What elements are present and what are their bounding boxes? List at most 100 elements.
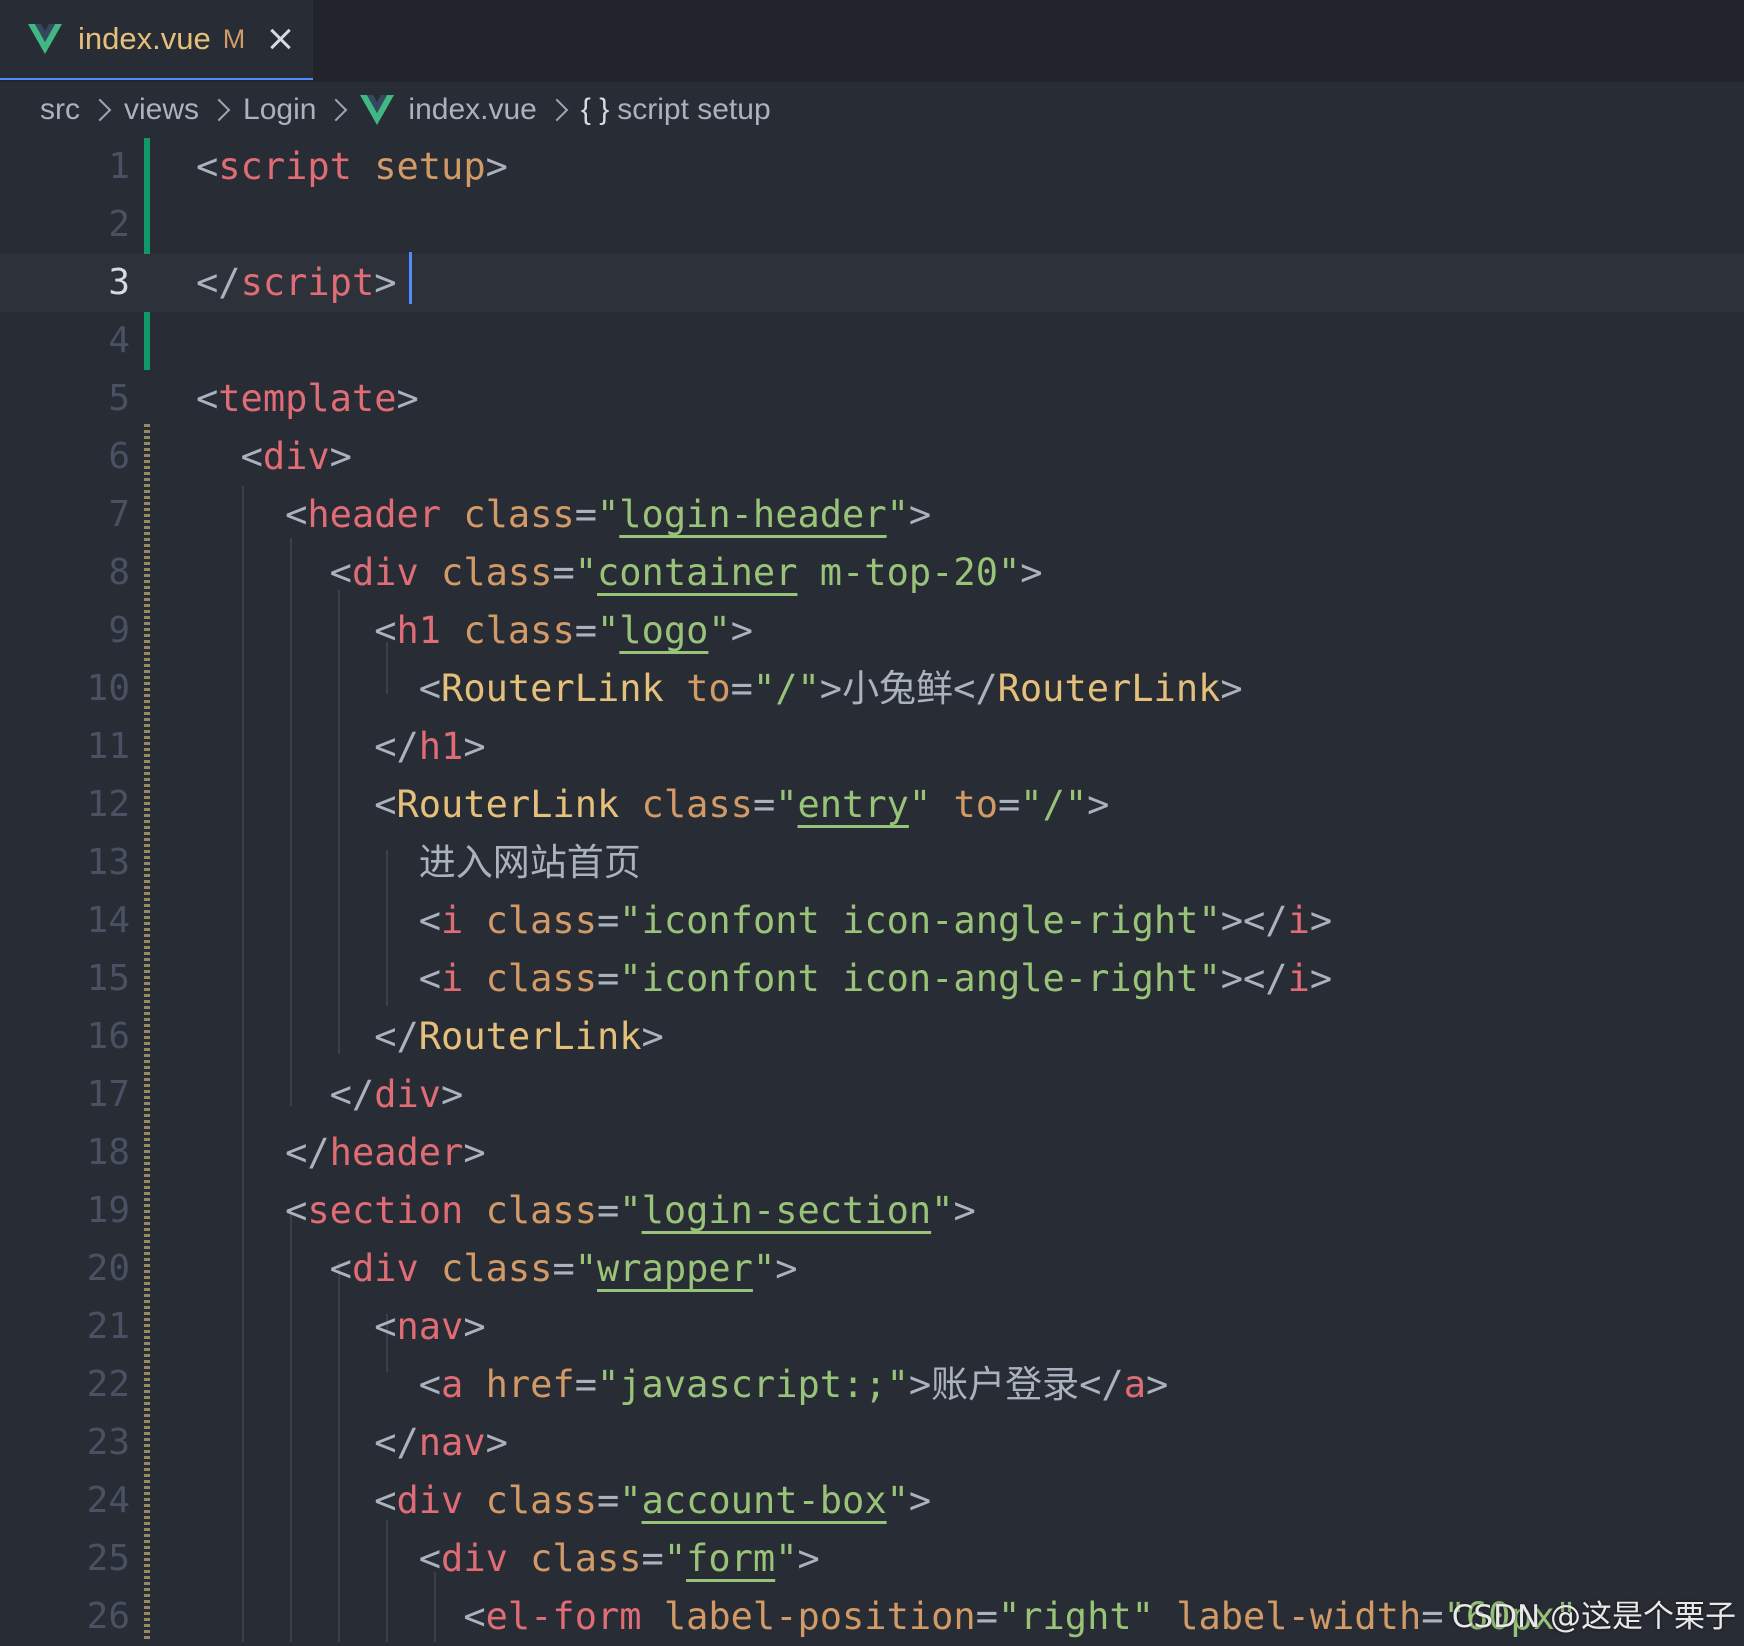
tag-name: nav — [418, 1421, 486, 1464]
code-line[interactable]: 14 <i class="iconfont icon-angle-right">… — [0, 892, 1744, 950]
text-content: 进入网站首页 — [418, 841, 641, 884]
code-line[interactable]: 17 </div> — [0, 1066, 1744, 1124]
tag-name: template — [218, 377, 397, 420]
line-number: 3 — [108, 262, 130, 303]
attr-value: right — [1020, 1595, 1132, 1638]
line-number: 12 — [86, 784, 130, 825]
code-line[interactable]: 10 <RouterLink to="/">小兔鲜</RouterLink> — [0, 660, 1744, 718]
code-text: <section class="login-section"> — [285, 1189, 976, 1232]
line-number: 4 — [108, 320, 130, 361]
code-line[interactable]: 22 <a href="javascript:;">账户登录</a> — [0, 1356, 1744, 1414]
code-line[interactable]: 5 <template> — [0, 370, 1744, 428]
tag-name: div — [374, 1073, 442, 1116]
tag-name: div — [441, 1537, 508, 1580]
code-line[interactable]: 7 <header class="login-header"> — [0, 486, 1744, 544]
code-line[interactable]: 11 </h1> — [0, 718, 1744, 776]
attr-value: / — [1042, 783, 1065, 826]
code-line[interactable]: 19 <section class="login-section"> — [0, 1182, 1744, 1240]
code-text: </h1> — [374, 725, 486, 768]
line-number: 15 — [86, 958, 130, 999]
attr-name: label-width — [1176, 1595, 1422, 1638]
code-text: <div class="form"> — [418, 1537, 820, 1580]
line-number: 2 — [108, 204, 130, 245]
line-number: 5 — [108, 378, 130, 419]
attr-name: label-position — [663, 1595, 976, 1638]
code-line[interactable]: 16 </RouterLink> — [0, 1008, 1744, 1066]
attr-name: class — [530, 1537, 642, 1580]
code-line[interactable]: 24 <div class="account-box"> — [0, 1472, 1744, 1530]
chevron-right-icon — [325, 98, 348, 122]
code-line[interactable]: 20 <div class="wrapper"> — [0, 1240, 1744, 1298]
tag-name: header — [307, 493, 442, 536]
attr-name: class — [441, 551, 553, 594]
code-line[interactable]: 6 <div> — [0, 428, 1744, 486]
code-text: </header> — [285, 1131, 486, 1174]
text-cursor — [409, 252, 412, 304]
attr-value: container — [597, 551, 798, 594]
code-line[interactable]: 2 — [0, 196, 1744, 254]
tag-name: h1 — [396, 609, 442, 652]
code-text: <el-form label-position="right" label-wi… — [463, 1595, 1578, 1638]
breadcrumb-index-vue[interactable]: index.vue — [408, 93, 536, 127]
code-line[interactable]: 1 <script setup> — [0, 138, 1744, 196]
attr-name: class — [485, 1189, 597, 1232]
component-name: RouterLink — [441, 667, 664, 710]
tab-bar: index.vue M — [0, 0, 1744, 82]
code-line[interactable]: 15 <i class="iconfont icon-angle-right">… — [0, 950, 1744, 1008]
attr-name: class — [441, 1247, 553, 1290]
attr-value: / — [775, 667, 798, 710]
vue-icon — [360, 95, 395, 125]
chevron-right-icon — [207, 98, 231, 122]
code-line[interactable]: 25 <div class="form"> — [0, 1530, 1744, 1588]
code-line[interactable]: 8 <div class="container m-top-20"> — [0, 544, 1744, 602]
code-line-current[interactable]: 3 </script> — [0, 254, 1744, 312]
attr-value: wrapper — [597, 1247, 753, 1290]
line-number: 10 — [86, 668, 130, 709]
code-text: </RouterLink> — [374, 1015, 664, 1058]
tag-name: div — [351, 551, 419, 594]
line-number: 14 — [86, 900, 130, 941]
breadcrumb-views[interactable]: views — [124, 93, 199, 127]
code-text: <nav> — [374, 1305, 486, 1348]
breadcrumb-login[interactable]: Login — [243, 93, 316, 127]
text-content: 账户登录 — [931, 1363, 1080, 1406]
breadcrumb-script-setup[interactable]: script setup — [617, 93, 770, 127]
attr-name: to — [953, 783, 999, 826]
attr-name: class — [463, 493, 575, 536]
code-line[interactable]: 13 进入网站首页 — [0, 834, 1744, 892]
tab-title: index.vue — [78, 21, 211, 56]
code-line[interactable]: 12 <RouterLink class="entry" to="/"> — [0, 776, 1744, 834]
attr-name: class — [485, 899, 597, 942]
modified-badge: M — [222, 23, 246, 54]
line-number: 25 — [86, 1538, 130, 1579]
code-line[interactable]: 18 </header> — [0, 1124, 1744, 1182]
attr-value: login-section — [641, 1189, 932, 1232]
code-line[interactable]: 23 </nav> — [0, 1414, 1744, 1472]
component-name: RouterLink — [997, 667, 1221, 710]
code-text: <RouterLink class="entry" to="/"> — [374, 783, 1110, 826]
tag-name: i — [441, 899, 464, 942]
code-editor[interactable]: 1 <script setup> 2 3 </script> 4 5 <temp… — [0, 138, 1744, 1642]
line-number: 13 — [86, 842, 130, 883]
line-number: 16 — [86, 1016, 130, 1057]
line-number: 17 — [86, 1074, 130, 1115]
attr-name: to — [686, 667, 731, 710]
line-number: 8 — [108, 552, 130, 593]
close-icon[interactable] — [267, 26, 293, 52]
code-text: <div class="account-box"> — [374, 1479, 932, 1522]
tag-name: a — [441, 1363, 464, 1406]
code-line[interactable]: 21 <nav> — [0, 1298, 1744, 1356]
attr-value: iconfont icon-angle-right — [641, 899, 1199, 942]
line-number: 19 — [86, 1190, 130, 1231]
tab-index-vue[interactable]: index.vue M — [0, 0, 313, 80]
code-text: </nav> — [374, 1421, 508, 1464]
attr-value: iconfont icon-angle-right — [641, 957, 1199, 1000]
attr-name: class — [485, 1479, 597, 1522]
tag-name: i — [441, 957, 464, 1000]
tag-name: nav — [396, 1305, 464, 1348]
code-line[interactable]: 9 <h1 class="logo"> — [0, 602, 1744, 660]
line-number: 18 — [86, 1132, 130, 1173]
breadcrumb-src[interactable]: src — [40, 93, 80, 127]
code-line[interactable]: 4 — [0, 312, 1744, 370]
code-text: <header class="login-header"> — [285, 493, 932, 536]
